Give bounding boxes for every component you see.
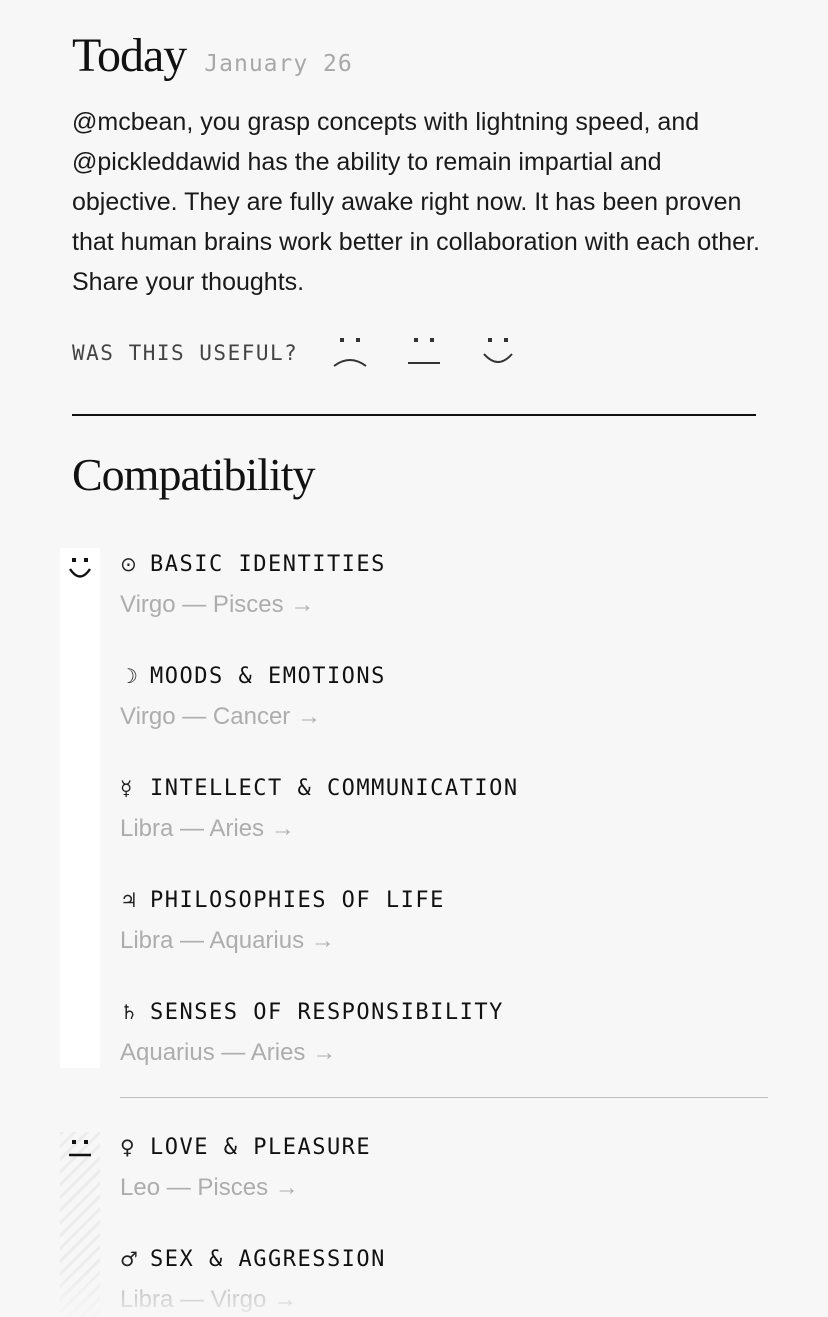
feedback-label: WAS THIS USEFUL? (72, 341, 299, 365)
today-header: Today January 26 (72, 28, 353, 83)
today-message: @mcbean, you grasp concepts with lightni… (72, 108, 760, 296)
compatibility-title: Compatibility (72, 449, 316, 500)
sun-icon: ⊙ (120, 552, 137, 576)
happy-face-icon (69, 558, 91, 578)
aspect-label: BASIC IDENTITIES (150, 551, 386, 577)
aspect-label: PHILOSOPHIES OF LIFE (150, 887, 445, 913)
group-divider (120, 1097, 768, 1098)
aspect-signs-link[interactable]: Aquarius — Aries → (120, 1039, 504, 1067)
today-date: January 26 (204, 51, 353, 77)
aspect-signs-link[interactable]: Leo — Pisces → (120, 1174, 371, 1202)
aspect-label: SENSES OF RESPONSIBILITY (150, 999, 504, 1025)
jupiter-icon: ♃ (120, 888, 138, 912)
aspect-intellect-communication[interactable]: ☿ INTELLECT & COMMUNICATION Libra — Arie… (120, 773, 519, 843)
feedback-row: WAS THIS USEFUL? (72, 330, 546, 376)
aspect-label: MOODS & EMOTIONS (150, 663, 386, 689)
aspect-senses-of-responsibility[interactable]: ♄ SENSES OF RESPONSIBILITY Aquarius — Ar… (120, 997, 504, 1067)
saturn-icon: ♄ (120, 1000, 138, 1024)
aspect-signs-link[interactable]: Virgo — Pisces → (120, 591, 386, 619)
moon-icon: ☽ (120, 664, 138, 688)
aspect-signs-link[interactable]: Libra — Aquarius → (120, 927, 445, 955)
compatibility-group-bar-positive (60, 548, 100, 1068)
section-divider (72, 414, 756, 416)
today-title: Today (72, 29, 187, 82)
aspect-signs-link[interactable]: Libra — Virgo → (120, 1286, 386, 1314)
neutral-face-icon (69, 1140, 91, 1157)
neutral-face-icon[interactable] (398, 330, 450, 376)
aspect-philosophies-of-life[interactable]: ♃ PHILOSOPHIES OF LIFE Libra — Aquarius … (120, 885, 445, 955)
aspect-moods-emotions[interactable]: ☽ MOODS & EMOTIONS Virgo — Cancer → (120, 661, 386, 731)
happy-face-icon[interactable] (472, 330, 524, 376)
aspect-basic-identities[interactable]: ⊙ BASIC IDENTITIES Virgo — Pisces → (120, 549, 386, 619)
aspect-label: SEX & AGGRESSION (150, 1246, 386, 1272)
aspect-label: INTELLECT & COMMUNICATION (150, 775, 519, 801)
aspect-sex-aggression[interactable]: ♂ SEX & AGGRESSION Libra — Virgo → (120, 1244, 386, 1314)
aspect-signs-link[interactable]: Virgo — Cancer → (120, 703, 386, 731)
aspect-love-pleasure[interactable]: ♀ LOVE & PLEASURE Leo — Pisces → (120, 1132, 371, 1202)
mercury-icon: ☿ (120, 776, 133, 800)
aspect-label: LOVE & PLEASURE (150, 1134, 372, 1160)
mars-icon: ♂ (120, 1247, 138, 1271)
aspect-signs-link[interactable]: Libra — Aries → (120, 815, 519, 843)
venus-icon: ♀ (120, 1135, 135, 1159)
sad-face-icon[interactable] (324, 330, 376, 376)
